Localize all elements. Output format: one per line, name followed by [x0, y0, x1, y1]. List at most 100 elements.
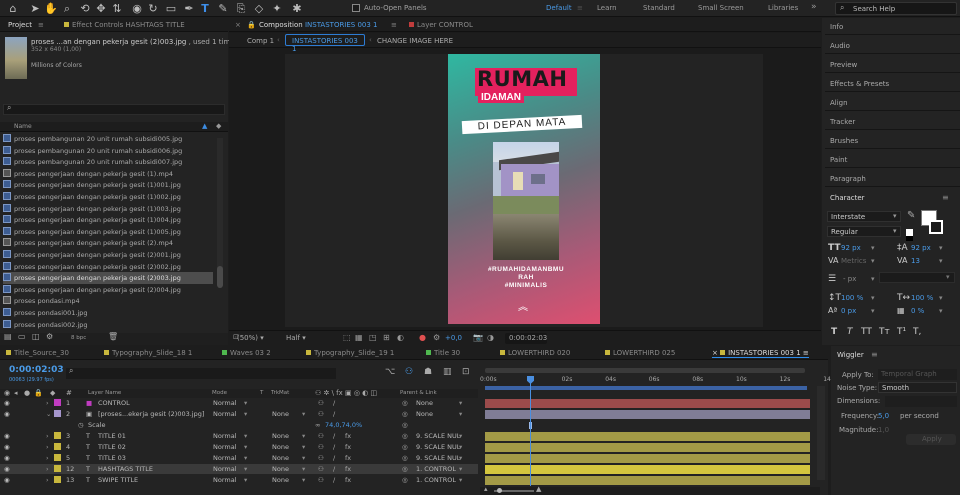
parent-pickwhip-icon[interactable]: ◎	[402, 431, 408, 441]
constrain-proportions-icon[interactable]: ∞	[315, 420, 320, 430]
column-name-header[interactable]: Name	[14, 123, 32, 130]
panel-paragraph[interactable]: Paragraph	[830, 175, 866, 183]
resolution-dropdown[interactable]: Half ▾	[286, 334, 306, 342]
layer-name[interactable]: TITLE 02	[98, 442, 206, 452]
leading-value[interactable]: 92 px	[911, 244, 931, 252]
font-family-dropdown[interactable]: Interstate ▾	[827, 211, 901, 222]
layer-name[interactable]: CONTROL	[98, 398, 206, 408]
layer-mode[interactable]: Normal	[213, 431, 237, 441]
black-swatch[interactable]	[906, 236, 913, 241]
chevron-down-icon[interactable]: ▾	[302, 475, 305, 485]
chevron-down-icon[interactable]: ▾	[939, 307, 943, 315]
timeline-tab[interactable]: Waves 03 2	[222, 349, 271, 357]
transparency-grid-icon[interactable]: ▦	[355, 333, 363, 342]
effects-switch-icon[interactable]: fx	[345, 475, 351, 485]
project-file-item[interactable]: proses pondasi001.jpg	[3, 307, 213, 319]
layer-mode[interactable]: Normal	[213, 398, 237, 408]
expand-chevron-icon[interactable]: ›	[46, 464, 49, 474]
effects-switch-icon[interactable]: fx	[345, 464, 351, 474]
label-tag-icon[interactable]: ◆	[216, 122, 221, 130]
orbit-tool-icon[interactable]: ⟲	[78, 1, 92, 16]
layer-parent[interactable]: None	[416, 398, 433, 408]
chevron-down-icon[interactable]: ▾	[244, 475, 247, 485]
project-file-item[interactable]: proses pengerjaan dengan pekerja gesit (…	[3, 203, 213, 215]
layer-mode[interactable]: Normal	[213, 464, 237, 474]
pan-behind-icon[interactable]: ✥	[94, 1, 108, 16]
workspace-learn[interactable]: Learn	[597, 4, 617, 12]
layer-trkmat[interactable]: None	[272, 431, 289, 441]
lock-icon[interactable]: 🔒	[247, 21, 256, 29]
eye-icon[interactable]: ◉	[4, 475, 10, 485]
hand-tool-icon[interactable]: ✋	[44, 1, 58, 16]
snapshot-icon[interactable]: 📷	[473, 333, 483, 342]
expand-chevron-icon[interactable]: ›	[46, 431, 49, 441]
panel-info[interactable]: Info	[830, 23, 843, 31]
timeline-tab[interactable]: LOWERTHIRD 025	[605, 349, 675, 357]
expand-chevron-icon[interactable]: ⌄	[46, 409, 51, 419]
zoom-out-icon[interactable]: ▴	[484, 485, 488, 493]
project-file-item[interactable]: proses pengerjaan dengan pekerja gesit (…	[3, 179, 213, 191]
close-tab-icon[interactable]: ×	[712, 349, 720, 357]
draft-3d-icon[interactable]: ⚇	[405, 367, 413, 377]
shy-switch-icon[interactable]: ⚇	[318, 453, 324, 463]
comp-mini-flowchart-icon[interactable]: ⌥	[385, 367, 395, 377]
stopwatch-icon[interactable]: ◷	[78, 420, 84, 430]
region-of-interest-icon[interactable]: ⬚	[343, 333, 351, 342]
layer-trkmat[interactable]: None	[272, 409, 289, 419]
shy-switch-icon[interactable]: ⚇	[318, 431, 324, 441]
layer-mode[interactable]: Normal	[213, 442, 237, 452]
timeline-tab[interactable]: Typography_Slide_19 1	[306, 349, 394, 357]
layer-duration-bar[interactable]	[485, 443, 810, 452]
panel-preview[interactable]: Preview	[830, 61, 857, 69]
layer-mode[interactable]: Normal	[213, 475, 237, 485]
project-file-item[interactable]: proses pengerjaan dengan pekerja gesit (…	[3, 168, 213, 180]
interpret-footage-icon[interactable]: ▤	[4, 332, 12, 341]
chevron-down-icon[interactable]: ▾	[244, 431, 247, 441]
timeline-search-input[interactable]: ⌕	[66, 366, 336, 379]
layer-parent[interactable]: 9. SCALE NUL	[416, 453, 460, 463]
roto-brush-icon[interactable]: ✦	[270, 1, 284, 16]
project-file-item[interactable]: proses pondasi.mp4	[3, 295, 213, 307]
tracking-value[interactable]: 13	[911, 257, 920, 265]
chevron-down-icon[interactable]: ▾	[459, 409, 462, 419]
project-file-item[interactable]: proses pembangunan 20 unit rumah subsidi…	[3, 156, 213, 168]
shy-switch-icon[interactable]: ⚇	[318, 398, 324, 408]
timeline-layer-row[interactable]: ◉ › 12 T HASHTAGS TITLE Normal ▾ None ▾ ⚇ / fx ◎ 1. C…	[0, 464, 478, 474]
timeline-timecode[interactable]: 0:00:02:03	[9, 365, 64, 375]
timeline-tab[interactable]: Title 30	[426, 349, 460, 357]
chevron-down-icon[interactable]: ▾	[871, 275, 875, 283]
chevron-down-icon[interactable]: ▾	[244, 409, 247, 419]
pen-tool-icon[interactable]: ✒	[182, 1, 196, 16]
property-pickwhip-icon[interactable]: ◎	[402, 420, 408, 430]
label-color-swatch[interactable]	[54, 465, 61, 472]
timeline-tab[interactable]: Title_Source_30	[6, 349, 69, 357]
label-color-swatch[interactable]	[54, 443, 61, 450]
layer-name[interactable]: SWIPE TITLE	[98, 475, 206, 485]
project-file-item[interactable]: proses pondasi002.jpg	[3, 319, 213, 330]
shy-switch-icon[interactable]: ⚇	[318, 409, 324, 419]
unified-camera-icon[interactable]: ◉	[130, 1, 144, 16]
layer-mode[interactable]: Normal	[213, 409, 237, 419]
project-file-item[interactable]: proses pembangunan 20 unit rumah subsidi…	[3, 133, 213, 145]
shy-switch-icon[interactable]: ⚇	[318, 442, 324, 452]
color-management-icon[interactable]: ●	[419, 333, 426, 342]
apply-to-dropdown[interactable]: Temporal Graph	[878, 369, 957, 380]
playhead-line[interactable]	[530, 376, 531, 486]
parent-pickwhip-icon[interactable]: ◎	[402, 453, 408, 463]
project-file-item[interactable]: proses pengerjaan dengan pekerja gesit (…	[3, 284, 213, 296]
timeline-menu-icon[interactable]: ≡	[801, 349, 809, 357]
parent-pickwhip-icon[interactable]: ◎	[402, 475, 408, 485]
home-icon[interactable]: ⌂	[6, 1, 20, 16]
panel-effects-presets[interactable]: Effects & Presets	[830, 80, 889, 88]
tab-project[interactable]: Project	[8, 21, 32, 29]
search-help-box[interactable]: ⌕ Search Help	[835, 2, 957, 15]
project-scrollbar-thumb[interactable]	[217, 266, 223, 288]
workspace-overflow-icon[interactable]: »	[811, 2, 817, 12]
layer-duration-bar[interactable]	[485, 410, 810, 419]
chevron-down-icon[interactable]: ▾	[302, 464, 305, 474]
wiggler-menu-icon[interactable]: ≡	[871, 350, 878, 359]
font-size-value[interactable]: 92 px	[841, 244, 861, 252]
project-file-item[interactable]: proses pengerjaan dengan pekerja gesit (…	[3, 191, 213, 203]
project-file-item[interactable]: proses pengerjaan dengan pekerja gesit (…	[3, 214, 213, 226]
puppet-tool-icon[interactable]: ✱	[290, 1, 304, 16]
